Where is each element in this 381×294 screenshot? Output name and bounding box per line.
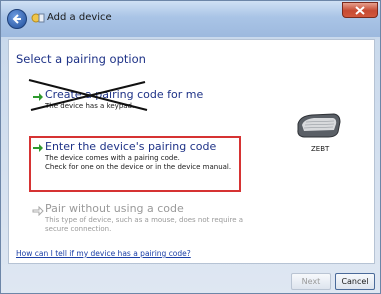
option-title: Pair without using a code — [45, 202, 184, 215]
keyboard-device-icon — [297, 113, 341, 138]
next-button[interactable]: Next — [291, 273, 331, 290]
option-title: Enter the device's pairing code — [45, 140, 217, 153]
window-title: Add a device — [47, 12, 112, 23]
page-heading: Select a pairing option — [16, 52, 146, 66]
strike-through-mark — [28, 79, 148, 111]
add-device-window: Add a device Select a pairing option Cre… — [0, 0, 381, 294]
close-button[interactable] — [342, 2, 378, 18]
back-button[interactable] — [7, 9, 27, 29]
option-description-line1: This type of device, such as a mouse, do… — [45, 216, 244, 224]
green-arrow-icon — [33, 144, 43, 152]
bluetooth-device-icon — [31, 13, 45, 23]
device-name: ZEBT — [311, 145, 330, 153]
wizard-content: Select a pairing option Create a pairing… — [8, 39, 375, 264]
close-icon — [355, 6, 365, 15]
gray-arrow-icon — [32, 206, 44, 216]
pairing-code-help-link[interactable]: How can I tell if my device has a pairin… — [16, 249, 191, 258]
cancel-button[interactable]: Cancel — [335, 273, 375, 290]
title-bar: Add a device — [1, 1, 380, 37]
back-arrow-icon — [12, 14, 21, 24]
option-description-line2: Check for one on the device or in the de… — [45, 163, 232, 171]
option-description-line1: The device comes with a pairing code. — [45, 154, 180, 162]
option-description-line2: secure connection. — [45, 225, 112, 233]
